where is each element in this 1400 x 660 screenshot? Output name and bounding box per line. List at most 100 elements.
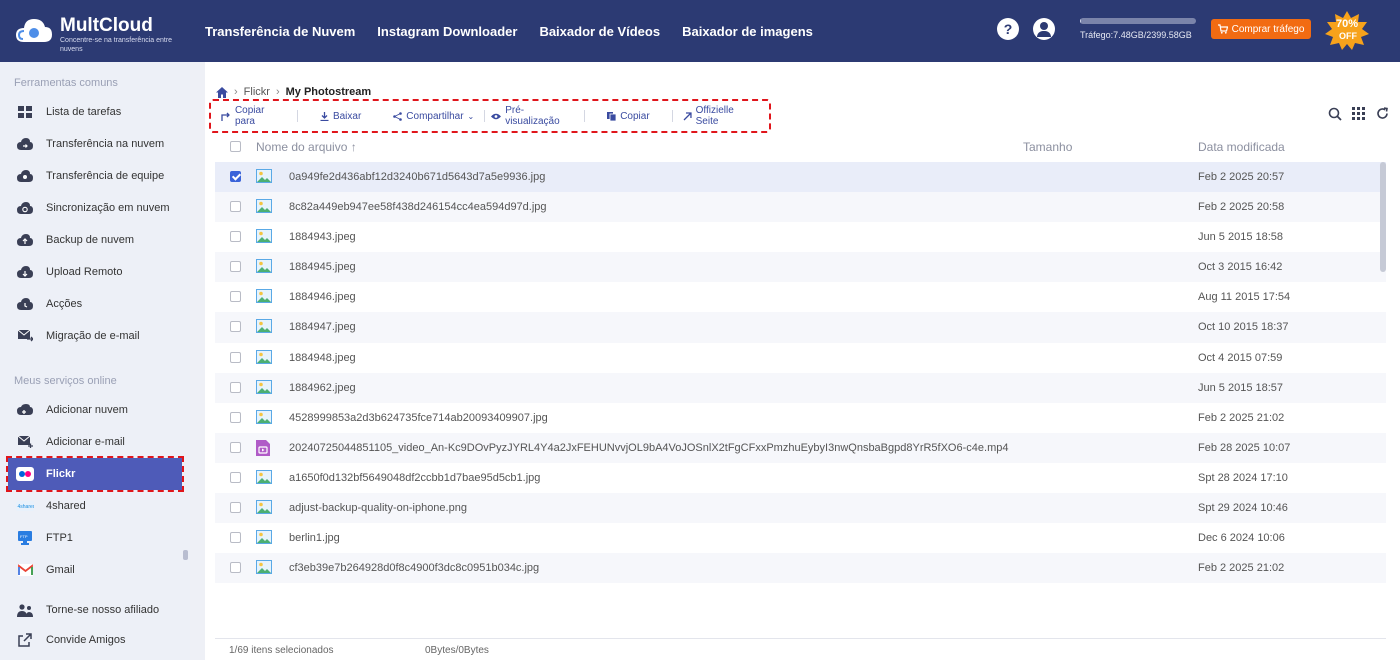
breadcrumb-current: My Photostream	[285, 86, 372, 98]
file-name[interactable]: a1650f0d132bf5649048df2ccbb1d7bae95d5cb1…	[289, 472, 540, 484]
sidebar-item-cloud-transfer[interactable]: Transferência na nuvem	[0, 130, 182, 158]
table-row[interactable]: adjust-backup-quality-on-iphone.png Spt 2…	[215, 493, 1386, 524]
column-date-header[interactable]: Data modificada	[1198, 140, 1285, 154]
file-name[interactable]: 20240725044851105_video_An-Kc9DOvPyzJYRL…	[289, 442, 1008, 454]
discount-badge[interactable]: 70% OFF	[1322, 10, 1372, 50]
sidebar-item-add-email[interactable]: Adicionar e-mail	[0, 428, 182, 456]
file-name[interactable]: adjust-backup-quality-on-iphone.png	[289, 502, 467, 514]
sidebar-scrollbar[interactable]	[183, 550, 188, 560]
cloud-sync-icon	[16, 200, 34, 216]
table-row[interactable]: berlin1.jpg Dec 6 2024 10:06	[215, 523, 1386, 553]
table-row[interactable]: 1884948.jpeg Oct 4 2015 07:59	[215, 343, 1386, 373]
row-checkbox[interactable]	[230, 441, 241, 453]
sidebar-item-team-transfer[interactable]: Transferência de equipe	[0, 162, 182, 190]
table-row[interactable]: 1884947.jpeg Oct 10 2015 18:37	[215, 312, 1386, 343]
sidebar-item-cloud-sync[interactable]: Sincronização em nuvem	[0, 194, 182, 222]
file-name[interactable]: 1884943.jpeg	[289, 231, 356, 243]
row-checkbox[interactable]	[230, 532, 241, 544]
file-name[interactable]: 1884945.jpeg	[289, 261, 356, 273]
file-name[interactable]: 1884946.jpeg	[289, 291, 356, 303]
official-site-button[interactable]: Offizielle Seite	[673, 105, 769, 127]
file-name[interactable]: 1884948.jpeg	[289, 352, 356, 364]
nav-video-downloader[interactable]: Baixador de Vídeos	[539, 24, 660, 39]
row-checkbox[interactable]	[230, 411, 241, 423]
sidebar-item-remote-upload[interactable]: Upload Remoto	[0, 258, 182, 286]
refresh-icon[interactable]	[1375, 106, 1390, 121]
share-button[interactable]: Compartilhar ⌄	[383, 109, 484, 123]
file-name[interactable]: 4528999853a2d3b624735fce714ab20093409907…	[289, 412, 548, 424]
file-date: Spt 28 2024 17:10	[1198, 471, 1288, 484]
grid-view-icon[interactable]	[1351, 106, 1366, 121]
file-name[interactable]: berlin1.jpg	[289, 532, 340, 544]
preview-button[interactable]: Pré-visualização	[485, 105, 584, 127]
nav-instagram-downloader[interactable]: Instagram Downloader	[377, 24, 517, 39]
sidebar-item-flickr[interactable]: Flickr	[6, 456, 184, 492]
sidebar-item-cloud-backup[interactable]: Backup de nuvem	[0, 226, 182, 254]
sidebar-item-email-migration[interactable]: Migração de e-mail	[0, 322, 182, 350]
row-checkbox[interactable]	[230, 381, 241, 393]
file-name[interactable]: 8c82a449eb947ee58f438d246154cc4ea594d97d…	[289, 201, 547, 213]
svg-text:4shared: 4shared	[18, 504, 35, 510]
image-file-icon	[256, 379, 272, 394]
sidebar-item-add-cloud[interactable]: Adicionar nuvem	[0, 396, 182, 424]
sidebar-label: Gmail	[46, 564, 75, 576]
user-avatar-icon[interactable]	[1033, 18, 1055, 40]
sidebar-item-actions[interactable]: Acções	[0, 290, 182, 318]
search-icon[interactable]	[1327, 106, 1342, 121]
table-row[interactable]: 1884945.jpeg Oct 3 2015 16:42	[215, 252, 1386, 283]
home-icon[interactable]	[216, 86, 228, 98]
row-checkbox[interactable]	[230, 261, 241, 273]
nav-cloud-transfer[interactable]: Transferência de Nuvem	[205, 24, 355, 39]
breadcrumb: › Flickr › My Photostream	[216, 86, 371, 98]
sidebar-item-4shared[interactable]: 4shared 4shared	[0, 492, 182, 520]
row-checkbox[interactable]	[230, 201, 241, 213]
file-list-scrollbar[interactable]	[1380, 162, 1386, 272]
sidebar-label: Migração de e-mail	[46, 330, 140, 342]
copy-to-button[interactable]: Copiar para	[211, 105, 297, 127]
table-row[interactable]: 8c82a449eb947ee58f438d246154cc4ea594d97d…	[215, 192, 1386, 223]
table-row[interactable]: a1650f0d132bf5649048df2ccbb1d7bae95d5cb1…	[215, 463, 1386, 493]
row-checkbox[interactable]	[230, 562, 241, 574]
sidebar-item-ftp1[interactable]: FTP FTP1	[0, 524, 182, 552]
table-row[interactable]: 20240725044851105_video_An-Kc9DOvPyzJYRL…	[215, 432, 1386, 463]
sidebar-item-gmail[interactable]: Gmail	[0, 556, 182, 584]
row-checkbox[interactable]	[230, 231, 241, 243]
table-row[interactable]: cf3eb39e7b264928d0f8c4900f3dc8c0951b034c…	[215, 553, 1386, 584]
row-checkbox[interactable]	[230, 321, 241, 333]
invite-icon	[16, 632, 34, 648]
file-name[interactable]: cf3eb39e7b264928d0f8c4900f3dc8c0951b034c…	[289, 562, 539, 574]
traffic-text: Tráfego:7.48GB/2399.58GB	[1080, 30, 1192, 40]
sidebar-item-invite-friends[interactable]: Convide Amigos	[0, 626, 182, 654]
sidebar-item-task-list[interactable]: Lista de tarefas	[0, 98, 182, 126]
table-row[interactable]: 0a949fe2d436abf12d3240b671d5643d7a5e9936…	[215, 162, 1386, 193]
breadcrumb-root[interactable]: Flickr	[244, 86, 270, 98]
buy-traffic-button[interactable]: Comprar tráfego	[1211, 19, 1311, 39]
image-file-icon	[256, 409, 272, 424]
sidebar-item-affiliate[interactable]: Torne-se nosso afiliado	[0, 596, 182, 624]
row-checkbox[interactable]	[230, 502, 241, 514]
file-date: Jun 5 2015 18:57	[1198, 381, 1284, 394]
column-name-header[interactable]: Nome do arquivo ↑	[256, 140, 357, 154]
nav-image-downloader[interactable]: Baixador de imagens	[682, 24, 813, 39]
file-name[interactable]: 1884947.jpeg	[289, 321, 356, 333]
discount-off: OFF	[1339, 31, 1357, 41]
top-nav: Transferência de Nuvem Instagram Downloa…	[205, 0, 813, 62]
row-checkbox[interactable]	[230, 291, 241, 303]
table-row[interactable]: 4528999853a2d3b624735fce714ab20093409907…	[215, 403, 1386, 433]
image-file-icon	[256, 319, 272, 334]
file-name[interactable]: 1884962.jpeg	[289, 382, 356, 394]
task-list-icon	[16, 104, 34, 120]
row-checkbox[interactable]	[230, 471, 241, 483]
row-checkbox[interactable]	[230, 351, 241, 363]
table-row[interactable]: 1884962.jpeg Jun 5 2015 18:57	[215, 372, 1386, 403]
table-row[interactable]: 1884946.jpeg Aug 11 2015 17:54	[215, 282, 1386, 312]
download-button[interactable]: Baixar	[298, 109, 383, 123]
file-name[interactable]: 0a949fe2d436abf12d3240b671d5643d7a5e9936…	[289, 171, 545, 183]
select-all-checkbox[interactable]	[230, 141, 241, 152]
table-row[interactable]: 1884943.jpeg Jun 5 2015 18:58	[215, 222, 1386, 252]
multcloud-logo[interactable]: MultCloud Concentre-se na transferência …	[14, 12, 194, 54]
copy-button[interactable]: Copiar	[585, 109, 671, 123]
row-checkbox[interactable]	[230, 171, 241, 182]
column-size-header[interactable]: Tamanho	[1023, 140, 1072, 154]
help-icon[interactable]: ?	[997, 18, 1019, 40]
